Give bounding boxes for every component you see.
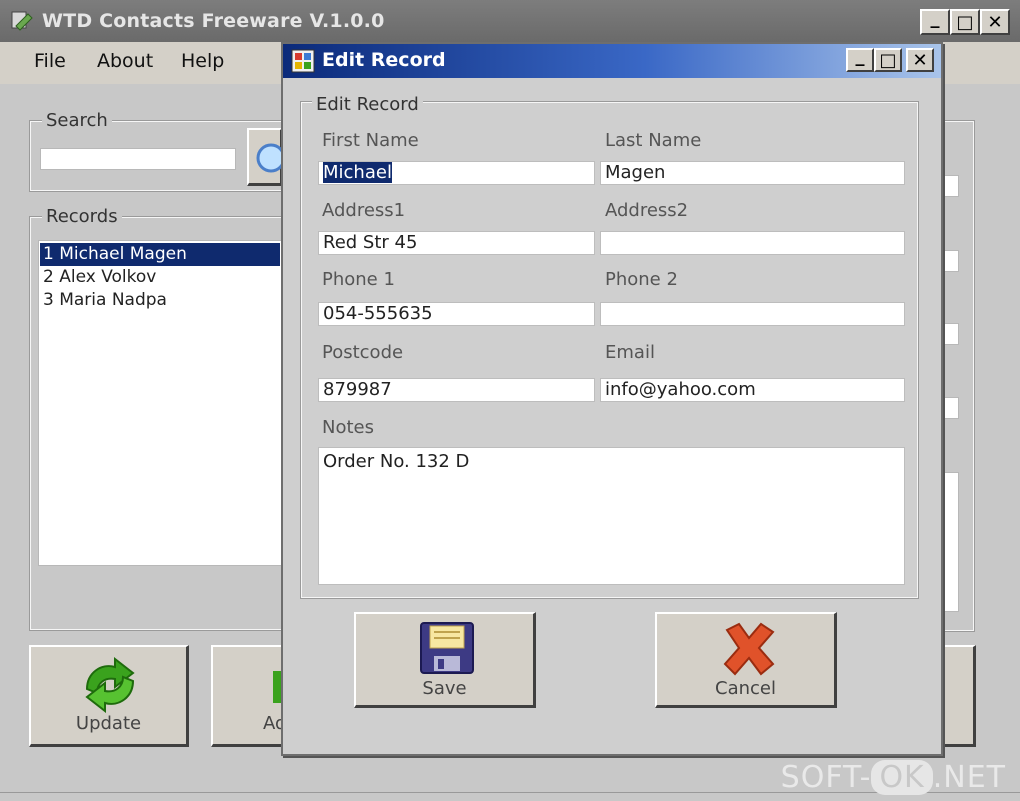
search-group-label: Search [42,110,112,131]
detail-field[interactable] [943,175,959,197]
app-icon [11,11,33,31]
minimize-icon: _ [855,45,865,67]
last-name-label: Last Name [605,130,702,151]
address1-input[interactable]: Red Str 45 [318,231,595,255]
address2-input[interactable] [600,231,905,255]
update-button-label: Update [75,713,142,734]
detail-notes-field[interactable] [943,472,959,612]
maximize-icon: □ [956,11,974,33]
notes-textarea[interactable]: Order No. 132 D [318,447,905,585]
close-icon: ✕ [987,11,1003,33]
watermark-right: .NET [932,760,1006,795]
records-group-label: Records [42,206,122,227]
cancel-button[interactable]: Cancel [655,612,837,708]
maximize-button[interactable]: □ [950,9,980,35]
first-name-value: Michael [323,162,392,183]
email-input[interactable]: info@yahoo.com [600,378,905,402]
save-button[interactable]: Save [354,612,536,708]
records-list-item[interactable]: 3 Maria Nadpa [40,289,280,312]
address1-value: Red Str 45 [323,232,418,253]
address1-label: Address1 [322,200,406,221]
notes-value: Order No. 132 D [323,451,470,472]
last-name-value: Magen [605,162,666,183]
phone2-label: Phone 2 [605,269,678,290]
edit-record-group-label: Edit Record [312,94,423,115]
postcode-label: Postcode [322,342,404,363]
minimize-button[interactable]: _ [920,7,950,35]
watermark-ok: OK [871,760,933,795]
search-icon [256,143,286,173]
records-list-item[interactable]: 1 Michael Magen [40,243,280,266]
dialog-app-icon [291,49,315,73]
watermark-left: SOFT- [780,760,872,795]
detail-field[interactable] [943,397,959,419]
delete-button[interactable] [938,645,976,747]
phone1-input[interactable]: 054-555635 [318,302,595,326]
update-icon [85,656,135,713]
search-input[interactable] [40,148,236,170]
dialog-minimize-button[interactable]: _ [846,45,874,72]
last-name-input[interactable]: Magen [600,161,905,185]
cancel-x-icon [723,622,775,676]
records-list-item[interactable]: 2 Alex Volkov [40,266,280,289]
cancel-button-label: Cancel [715,678,776,699]
first-name-input[interactable]: Michael [318,161,595,185]
menu-about[interactable]: About [97,50,153,72]
email-value: info@yahoo.com [605,379,756,400]
postcode-value: 879987 [323,379,392,400]
phone1-value: 054-555635 [323,303,433,324]
close-button[interactable]: ✕ [980,9,1010,35]
address2-label: Address2 [605,200,689,221]
search-button[interactable] [247,128,286,186]
first-name-label: First Name [322,130,419,151]
dialog-maximize-button[interactable]: □ [874,48,902,72]
menu-file[interactable]: File [34,50,66,72]
menu-help[interactable]: Help [181,50,224,72]
maximize-icon: □ [879,49,897,71]
watermark: SOFT- OK .NET [781,760,1006,795]
dialog-close-button[interactable]: ✕ [906,48,934,72]
dialog-title: Edit Record [322,49,446,71]
close-icon: ✕ [912,49,928,71]
save-button-label: Save [422,678,467,699]
phone1-label: Phone 1 [322,269,395,290]
add-button[interactable]: Ad [211,645,287,747]
email-label: Email [605,342,655,363]
notes-label: Notes [322,417,374,438]
phone2-input[interactable] [600,302,905,326]
main-window-title: WTD Contacts Freeware V.1.0.0 [42,10,385,32]
minimize-icon: _ [930,7,940,29]
detail-field[interactable] [943,250,959,272]
floppy-disk-icon [420,622,474,674]
update-button[interactable]: Update [29,645,189,747]
postcode-input[interactable]: 879987 [318,378,595,402]
detail-field[interactable] [943,323,959,345]
